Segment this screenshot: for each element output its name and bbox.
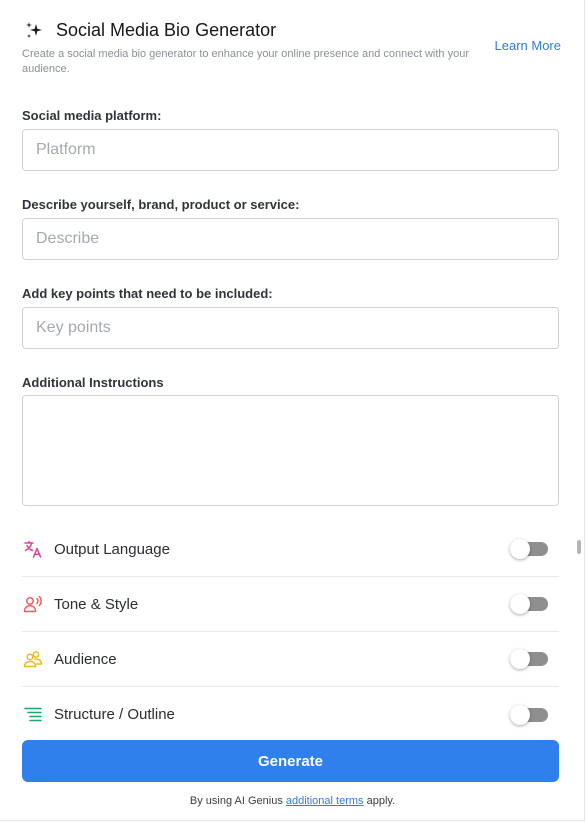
option-output-language[interactable]: Output Language — [22, 522, 559, 577]
group-icon — [22, 648, 44, 670]
platform-input[interactable] — [22, 129, 559, 171]
sparkle-icon — [26, 22, 42, 38]
scrollbar-thumb[interactable] — [577, 540, 581, 554]
toggle-knob — [510, 649, 530, 669]
describe-label: Describe yourself, brand, product or ser… — [22, 197, 300, 212]
page-title: Social Media Bio Generator — [56, 19, 277, 40]
speaking-person-icon — [22, 593, 44, 615]
instructions-textarea[interactable] — [22, 395, 559, 506]
option-label: Output Language — [54, 540, 170, 558]
key-points-input[interactable] — [22, 307, 559, 349]
header: Social Media Bio Generator Create a soci… — [22, 18, 561, 77]
footer-prefix: By using AI Genius — [189, 795, 286, 807]
option-tone-style[interactable]: Tone & Style — [22, 577, 559, 632]
output-language-toggle[interactable] — [510, 539, 548, 559]
learn-more-link[interactable]: Learn More — [495, 38, 561, 53]
toggle-knob — [510, 594, 530, 614]
footer-terms: By using AI Genius additional terms appl… — [0, 795, 585, 807]
tone-style-toggle[interactable] — [510, 594, 548, 614]
structure-outline-toggle[interactable] — [510, 704, 548, 725]
footer-suffix: apply. — [363, 795, 396, 807]
option-label: Tone & Style — [54, 595, 139, 613]
outline-list-icon — [22, 704, 44, 726]
instructions-label: Additional Instructions — [22, 375, 164, 390]
option-structure-outline[interactable]: Structure / Outline — [22, 687, 559, 742]
additional-terms-link[interactable]: additional terms — [286, 795, 364, 807]
option-label: Structure / Outline — [54, 706, 175, 723]
toggle-knob — [510, 704, 530, 725]
describe-input[interactable] — [22, 218, 559, 260]
key-points-label: Add key points that need to be included: — [22, 286, 273, 301]
option-audience[interactable]: Audience — [22, 632, 559, 687]
audience-toggle[interactable] — [510, 649, 548, 669]
page-subtitle: Create a social media bio generator to e… — [22, 48, 469, 75]
translate-icon — [22, 538, 44, 560]
title-row: Social Media Bio Generator — [22, 18, 561, 42]
toggle-knob — [510, 539, 530, 559]
platform-label: Social media platform: — [22, 108, 162, 123]
generate-button[interactable]: Generate — [22, 740, 559, 782]
option-label: Audience — [54, 650, 117, 668]
